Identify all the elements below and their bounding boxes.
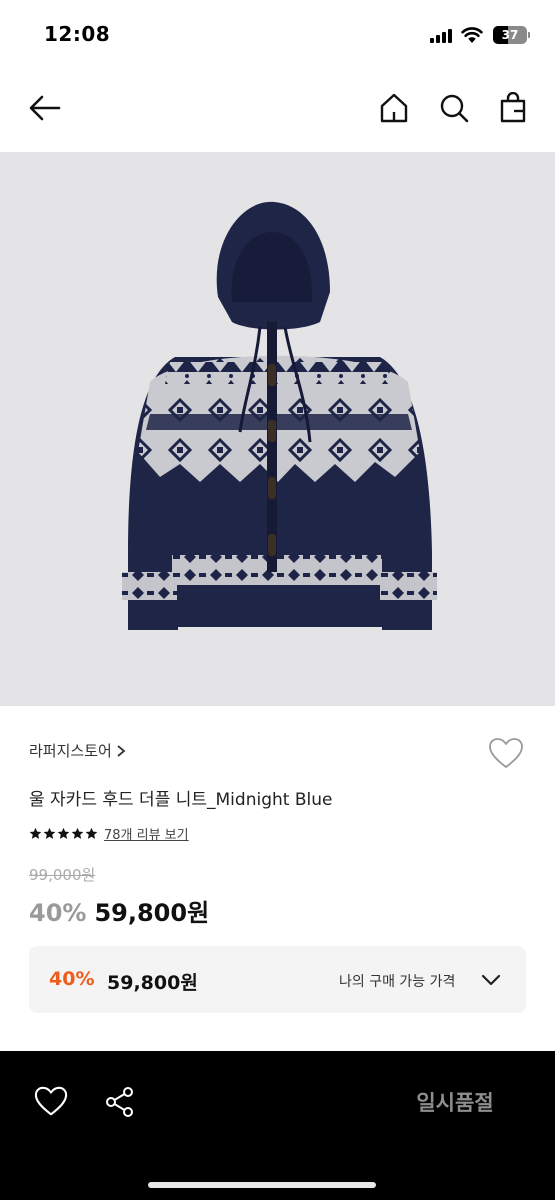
back-button[interactable] xyxy=(27,90,63,126)
shopping-bag-icon xyxy=(500,92,526,123)
bottom-action-bar: 일시품절 xyxy=(0,1051,555,1200)
chevron-right-icon xyxy=(117,744,126,757)
battery-icon: 37 xyxy=(493,26,527,44)
cardigan-illustration xyxy=(122,201,437,630)
my-price-dropdown[interactable]: 40% 59,800원 나의 구매 가능 가격 xyxy=(29,946,526,1013)
home-button[interactable] xyxy=(376,90,412,126)
home-icon xyxy=(380,93,408,123)
brand-name: 라퍼지스토어 xyxy=(29,742,112,760)
like-button[interactable] xyxy=(488,736,524,772)
my-price-value: 59,800원 xyxy=(107,972,198,994)
star-icon xyxy=(29,827,42,839)
heart-icon xyxy=(34,1086,68,1116)
price-row: 40% 59,800원 xyxy=(29,893,209,928)
arrow-left-icon xyxy=(29,95,61,121)
star-icon xyxy=(85,827,98,839)
heart-icon xyxy=(489,738,523,768)
my-price-discount: 40% xyxy=(49,968,95,990)
home-indicator xyxy=(148,1182,376,1188)
cart-button[interactable] xyxy=(495,90,531,126)
nav-bar xyxy=(0,70,555,152)
product-image[interactable] xyxy=(0,152,555,706)
sale-price: 59,800원 xyxy=(94,899,210,927)
battery-level: 37 xyxy=(501,28,519,42)
review-link[interactable]: 78개 리뷰 보기 xyxy=(104,824,189,843)
search-icon xyxy=(440,94,469,123)
soldout-button[interactable]: 일시품절 xyxy=(380,1083,530,1123)
share-button[interactable] xyxy=(103,1085,137,1119)
original-price: 99,000원 xyxy=(29,866,96,884)
star-icon xyxy=(71,827,84,839)
search-button[interactable] xyxy=(436,90,472,126)
status-bar: 12:08 37 xyxy=(0,0,555,70)
star-icon xyxy=(57,827,70,839)
rating-stars xyxy=(29,827,98,840)
star-icon xyxy=(43,827,56,839)
discount-rate: 40% xyxy=(29,899,87,927)
status-time: 12:08 xyxy=(44,22,111,46)
product-title: 울 자카드 후드 더플 니트_Midnight Blue xyxy=(29,790,333,810)
rating-row: 78개 리뷰 보기 xyxy=(29,824,189,843)
my-price-label: 나의 구매 가능 가격 xyxy=(339,974,456,990)
share-icon xyxy=(106,1087,133,1117)
brand-link[interactable]: 라퍼지스토어 xyxy=(29,740,126,761)
wifi-icon xyxy=(461,27,483,43)
chevron-down-icon xyxy=(481,974,501,986)
cellular-signal-icon xyxy=(430,29,454,43)
wishlist-button[interactable] xyxy=(34,1085,68,1119)
